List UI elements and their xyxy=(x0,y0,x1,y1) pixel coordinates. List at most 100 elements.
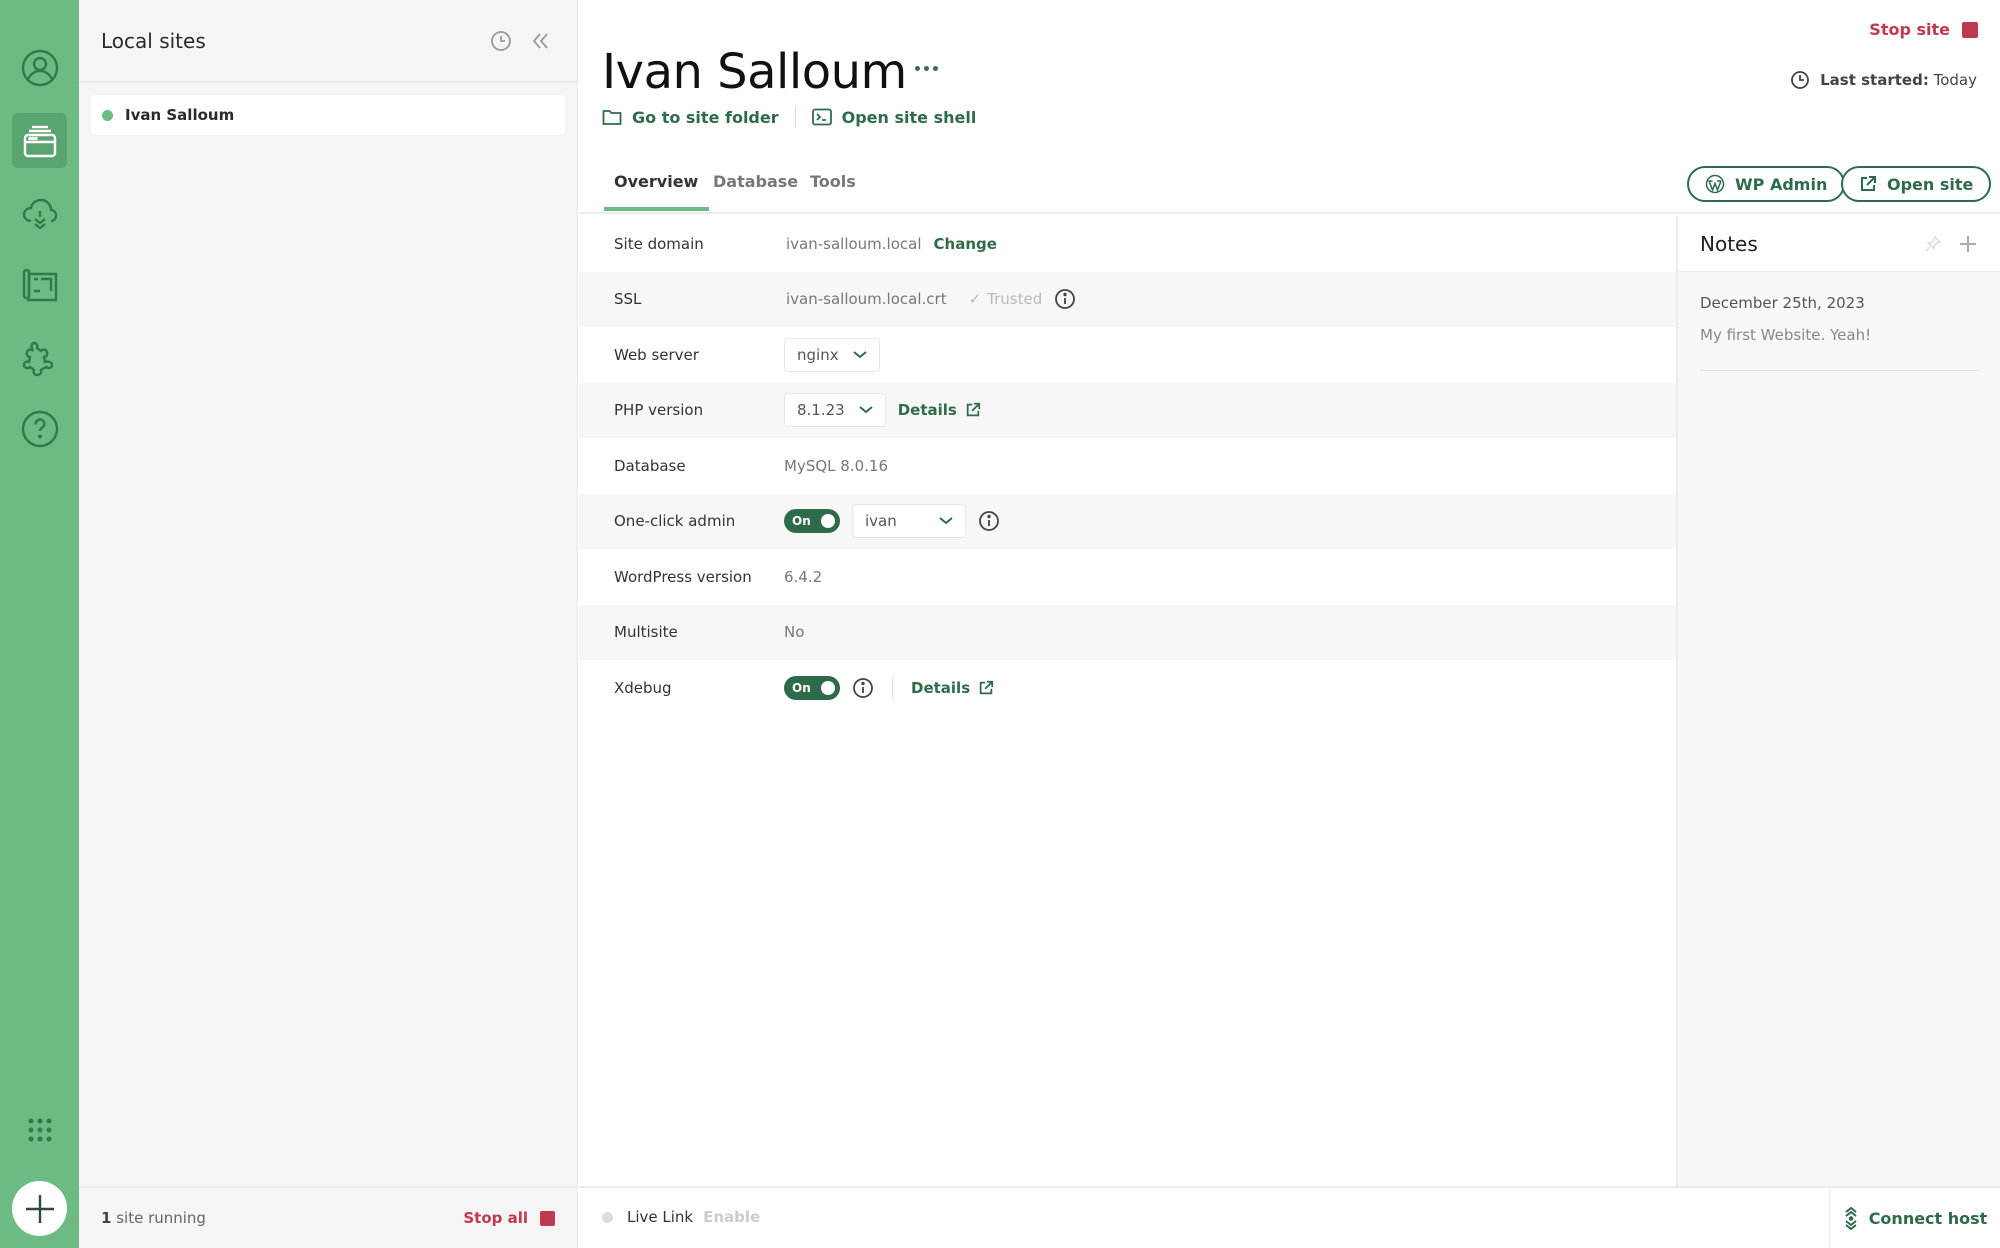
stop-all-button[interactable]: Stop all xyxy=(463,1209,555,1227)
multisite-value: No xyxy=(784,623,805,642)
ssl-status-label: Trusted xyxy=(987,290,1043,309)
row-site-domain: Site domain ivan-salloum.local Change xyxy=(579,216,1676,272)
external-link-icon xyxy=(966,403,980,417)
sites-footer: 1 site running Stop all xyxy=(79,1186,577,1248)
sites-title: Local sites xyxy=(101,28,206,53)
xdebug-toggle[interactable]: On xyxy=(784,675,840,700)
admin-user-select[interactable]: ivan xyxy=(852,504,966,539)
more-options-button[interactable] xyxy=(908,58,944,78)
divider xyxy=(794,106,796,128)
open-site-shell-link[interactable]: Open site shell xyxy=(811,107,977,127)
stop-all-label: Stop all xyxy=(463,1209,528,1227)
connect-host-button[interactable]: Connect host xyxy=(1829,1188,2000,1248)
row-label: Site domain xyxy=(614,234,704,253)
row-label: SSL xyxy=(614,290,642,309)
chevron-down-icon xyxy=(852,350,867,359)
row-label: Database xyxy=(614,456,686,475)
ellipsis-icon xyxy=(914,65,920,71)
running-status-dot xyxy=(102,109,113,121)
wp-admin-button[interactable]: WP Admin xyxy=(1687,166,1846,202)
divider xyxy=(892,676,893,699)
rail-help[interactable] xyxy=(12,401,67,456)
note-text[interactable]: My first Website. Yeah! xyxy=(1700,326,1978,371)
grid-dots-icon xyxy=(28,1118,51,1141)
change-domain-link[interactable]: Change xyxy=(934,235,997,253)
xdebug-details-link[interactable]: Details xyxy=(911,679,994,697)
row-wordpress-version: WordPress version 6.4.2 xyxy=(579,549,1676,605)
notes-header: Notes xyxy=(1678,216,2000,272)
pin-icon[interactable] xyxy=(1924,235,1942,253)
ellipsis-dot xyxy=(923,65,929,71)
tab-tools[interactable]: Tools xyxy=(810,172,856,209)
open-site-shell-label: Open site shell xyxy=(841,107,977,127)
stop-site-button[interactable]: Stop site xyxy=(1869,20,1978,39)
recent-sort-button[interactable] xyxy=(487,27,515,55)
check-icon: ✓ xyxy=(968,290,982,309)
sites-header: Local sites xyxy=(79,0,577,83)
row-one-click-admin: One-click admin On ivan xyxy=(579,493,1676,549)
page-title: Ivan Salloum xyxy=(602,44,907,100)
one-click-admin-toggle[interactable]: On xyxy=(784,509,840,534)
php-details-link[interactable]: Details xyxy=(898,401,981,419)
addons-puzzle-icon xyxy=(22,341,53,376)
web-server-select[interactable]: nginx xyxy=(784,337,880,372)
php-version-select[interactable]: 8.1.23 xyxy=(784,393,886,428)
chevron-down-icon xyxy=(939,517,953,525)
info-icon[interactable] xyxy=(978,510,1000,532)
enable-live-link-button[interactable]: Enable xyxy=(703,1208,760,1226)
row-label: Multisite xyxy=(614,623,678,642)
row-label: Web server xyxy=(614,345,699,364)
add-note-icon[interactable] xyxy=(1958,234,1978,254)
stop-square-icon xyxy=(540,1210,555,1226)
overview-table: Site domain ivan-salloum.local Change SSL… xyxy=(579,216,1676,716)
folder-icon xyxy=(602,110,622,125)
rail-apps[interactable] xyxy=(12,1102,67,1157)
row-database: Database MySQL 8.0.16 xyxy=(579,438,1676,494)
details-label: Details xyxy=(897,401,957,420)
connect-host-icon xyxy=(1845,1206,1857,1230)
tab-overview[interactable]: Overview xyxy=(603,172,710,211)
add-site-button[interactable] xyxy=(12,1181,67,1236)
ssl-trusted-status: ✓ Trusted xyxy=(969,290,1043,308)
external-link-icon xyxy=(1861,176,1876,191)
wordpress-version-value: 6.4.2 xyxy=(784,567,823,586)
last-started: Last started: Today xyxy=(1790,70,1977,90)
notes-panel: Notes December 25th, 2023 My first Websi… xyxy=(1676,216,2000,1186)
bottom-bar: Live Link Enable Connect host xyxy=(579,1186,2000,1248)
row-ssl: SSL ivan-salloum.local.crt ✓ Trusted xyxy=(579,271,1676,327)
details-label: Details xyxy=(911,678,971,697)
site-list-item[interactable]: Ivan Salloum xyxy=(91,95,565,135)
site-actions: Go to site folder Open site shell xyxy=(602,106,976,128)
info-icon[interactable] xyxy=(1054,288,1076,310)
go-to-site-folder-link[interactable]: Go to site folder xyxy=(602,108,779,127)
wordpress-icon xyxy=(1705,174,1725,194)
chevron-down-icon xyxy=(859,406,873,414)
go-to-site-folder-label: Go to site folder xyxy=(632,107,779,127)
sites-running-count: 1 site running xyxy=(101,1209,463,1227)
rail-cloud-sync[interactable] xyxy=(12,185,67,240)
live-link: Live Link Enable xyxy=(602,1208,760,1226)
collapse-sidebar-button[interactable] xyxy=(527,27,555,55)
open-site-button[interactable]: Open site xyxy=(1841,166,1992,202)
info-icon[interactable] xyxy=(852,677,874,699)
user-account-icon xyxy=(21,49,58,86)
database-value: MySQL 8.0.16 xyxy=(784,456,888,475)
cloud-sync-icon xyxy=(22,198,57,230)
row-xdebug: Xdebug On Details xyxy=(579,660,1676,716)
rail-addons[interactable] xyxy=(12,329,67,384)
rail-user-account[interactable] xyxy=(12,40,67,95)
note-date: December 25th, 2023 xyxy=(1700,294,1865,312)
terminal-icon xyxy=(811,108,832,126)
wp-admin-label: WP Admin xyxy=(1735,174,1828,194)
rail-local-sites[interactable] xyxy=(12,113,67,168)
blueprints-icon xyxy=(22,268,57,301)
live-link-label: Live Link xyxy=(627,1208,694,1226)
rail-blueprints[interactable] xyxy=(12,257,67,312)
ssl-cert-value[interactable]: ivan-salloum.local.crt xyxy=(786,290,947,308)
tab-database[interactable]: Database xyxy=(713,172,798,209)
open-site-label: Open site xyxy=(1887,174,1974,194)
stop-square-icon xyxy=(1962,21,1978,38)
help-icon xyxy=(21,410,58,447)
site-list-item-name: Ivan Salloum xyxy=(125,106,235,124)
sites-panel: Local sites Ivan Salloum 1 site running … xyxy=(79,0,578,1248)
